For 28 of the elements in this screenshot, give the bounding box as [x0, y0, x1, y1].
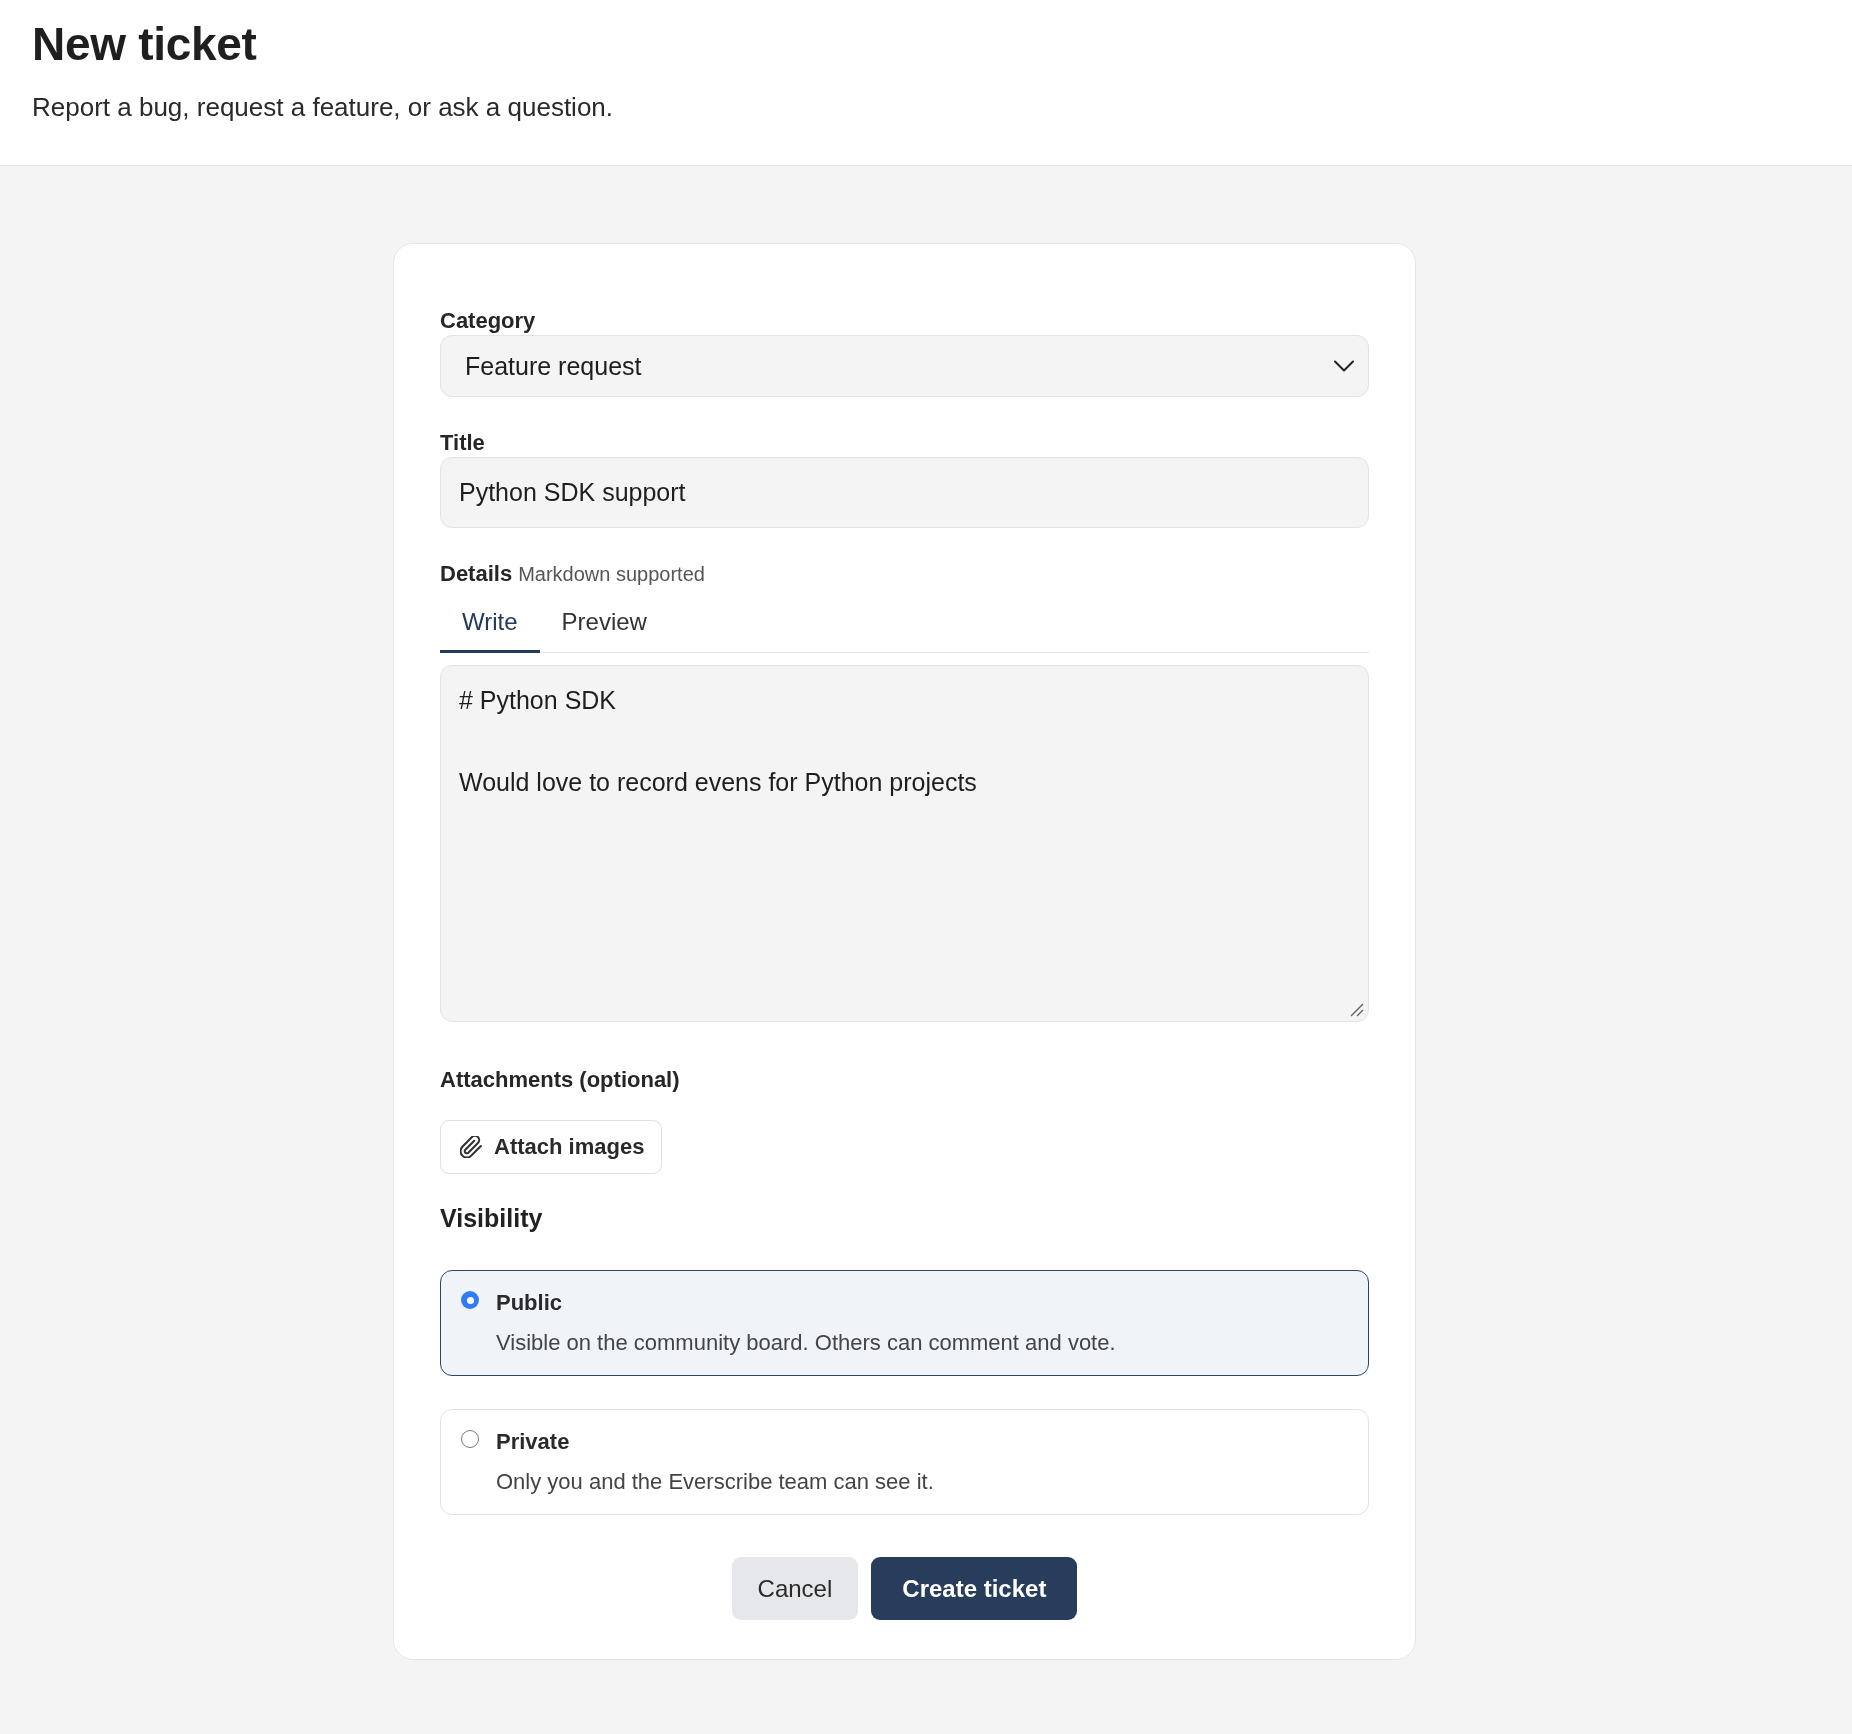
option-description: Only you and the Everscribe team can see it.: [496, 1469, 934, 1495]
markdown-hint: Markdown supported: [518, 562, 705, 587]
title-label: Title: [440, 430, 486, 456]
create-ticket-button[interactable]: Create ticket: [871, 1557, 1078, 1620]
select-value: Feature request: [465, 351, 642, 381]
option-label: Private: [496, 1429, 571, 1455]
title-input[interactable]: Python SDK support: [440, 457, 1369, 528]
page-subtitle: Report a bug, request a feature, or ask a question.: [32, 91, 615, 123]
details-textarea[interactable]: # Python SDK Would love to record evens for Python projects: [440, 665, 1369, 1022]
category-label: Category: [440, 308, 537, 334]
chevron-down-icon: [1334, 360, 1354, 372]
visibility-option[interactable]: Public Visible on the community board. Others can comment and vote.: [440, 1270, 1369, 1376]
resize-handle-icon[interactable]: [1350, 1003, 1364, 1017]
cancel-button[interactable]: Cancel: [731, 1557, 859, 1620]
category-select[interactable]: Feature request: [440, 335, 1369, 397]
visibility-option[interactable]: Private Only you and the Everscribe team can see it.: [440, 1409, 1369, 1515]
radio-button[interactable]: [461, 1430, 479, 1448]
editor-tab[interactable]: Preview: [539, 591, 669, 653]
editor-tab[interactable]: Write: [440, 591, 540, 653]
paperclip-icon: [460, 1136, 482, 1158]
page-title: New ticket: [32, 18, 258, 71]
option-description: Visible on the community board. Others can comment and vote.: [496, 1330, 1116, 1356]
visibility-heading: Visibility: [440, 1203, 544, 1234]
radio-button[interactable]: [461, 1291, 479, 1309]
details-label: Details: [440, 561, 513, 587]
attachments-label: Attachments (optional): [440, 1067, 681, 1093]
option-label: Public: [496, 1290, 563, 1316]
attach-images-button[interactable]: Attach images: [440, 1120, 663, 1174]
